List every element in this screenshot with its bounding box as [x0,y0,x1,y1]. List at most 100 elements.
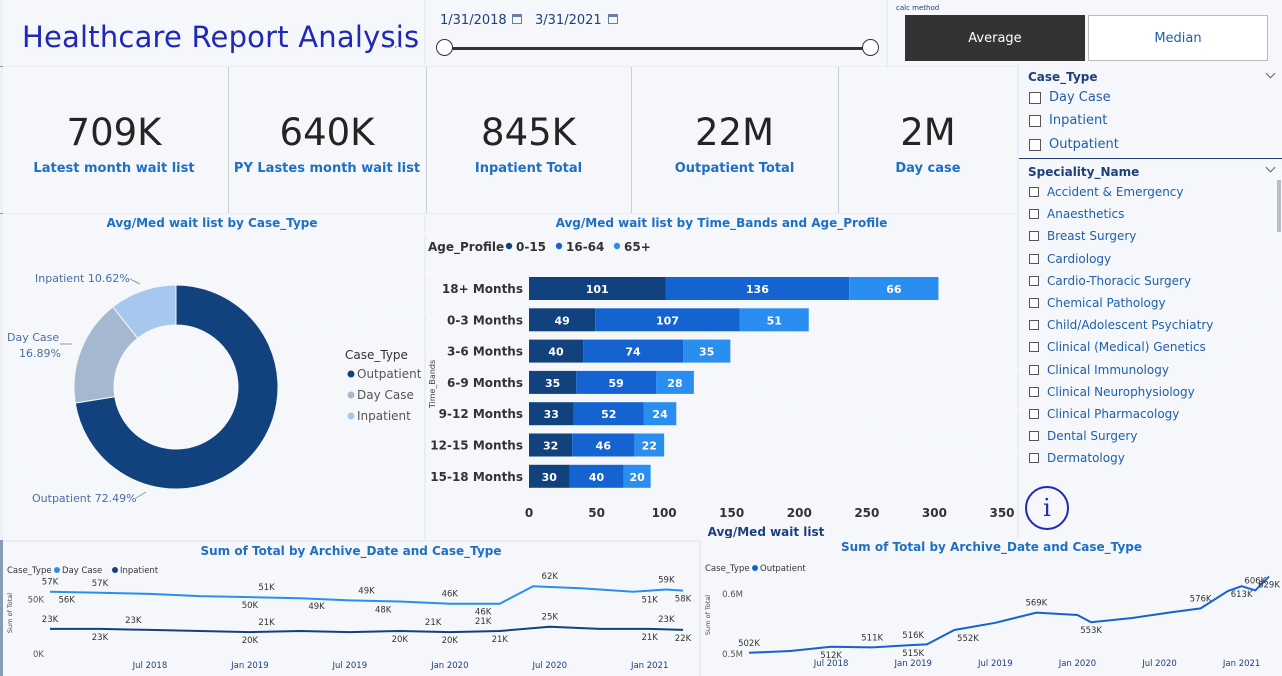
checkbox[interactable] [1029,409,1039,419]
checkbox[interactable] [1029,298,1039,308]
checkbox[interactable] [1029,320,1039,331]
data-label: 48K [375,606,392,616]
checkbox[interactable] [1029,275,1039,286]
case-type-option[interactable]: Outpatient [1029,137,1119,152]
speciality-option[interactable]: Dental Surgery [1029,429,1137,443]
speciality-option[interactable]: Child/Adolescent Psychiatry [1029,318,1213,332]
divider [631,67,632,213]
x-tick-label: 250 [854,506,879,520]
date-slider-track[interactable] [444,47,872,50]
data-label: 49K [358,586,375,596]
x-tick-label: Jan 2021 [630,661,668,671]
legend-marker [112,567,118,573]
speciality-option[interactable]: Dermatology [1029,451,1125,465]
case-type-option[interactable]: Inpatient [1029,113,1107,128]
data-label: 52 [601,408,616,421]
speciality-option[interactable]: Clinical Pharmacology [1029,407,1179,421]
speciality-option[interactable]: Clinical (Medical) Genetics [1029,340,1206,354]
data-label: 33 [544,408,559,421]
date-range-slicer [426,0,886,66]
checkbox[interactable] [1029,231,1039,242]
data-label: 576K [1190,594,1212,604]
calc-method-label: calc method [896,4,940,12]
checkbox[interactable] [1029,386,1039,397]
date-slider-start-handle[interactable] [436,39,453,56]
x-tick-label: 100 [652,506,677,520]
legend-label: Outpatient [357,367,422,381]
category-label: 12-15 Months [430,439,523,453]
end-date-input[interactable]: 3/31/2021 [535,13,602,28]
data-label: 51K [641,596,658,606]
kpi-label: Inpatient Total [474,161,583,176]
data-label: 23K [658,615,675,625]
legend-title: Case_Type [345,348,408,362]
chevron-down-icon[interactable] [1265,162,1276,173]
donut-leader [135,491,147,499]
y-tick-label: 0.6M [722,590,743,600]
more-options-icon[interactable]: ... [388,36,404,52]
checkbox[interactable] [1029,431,1039,442]
speciality-label: Child/Adolescent Psychiatry [1047,318,1214,333]
donut-chart: Inpatient 10.62% Day Case 16.89% Outpatient… [7,272,422,505]
speciality-option[interactable]: Chemical Pathology [1029,296,1166,310]
speciality-option[interactable]: Cardiology [1029,252,1111,266]
info-icon[interactable]: i [1025,486,1069,530]
checkbox[interactable] [1029,91,1041,104]
speciality-option[interactable]: Clinical Neurophysiology [1029,385,1195,399]
speciality-option[interactable]: Accident & Emergency [1029,185,1184,199]
divider [838,67,839,213]
data-label: 59 [609,377,624,390]
speciality-option[interactable]: Anaesthetics [1029,207,1124,221]
legend-label: Inpatient [120,566,159,576]
data-label: 35 [699,346,714,359]
data-label: 569K [1025,599,1047,609]
speciality-option[interactable]: Breast Surgery [1029,229,1136,243]
average-button[interactable]: Average [905,15,1085,61]
checkbox[interactable] [1029,453,1039,464]
x-tick-label: 200 [787,506,812,520]
checkbox[interactable] [1029,187,1039,197]
legend-marker [54,567,60,573]
checkbox[interactable] [1029,342,1039,353]
checkbox[interactable] [1029,114,1041,127]
date-slider-end-handle[interactable] [862,39,879,56]
x-tick-label: Jul 2020 [1141,659,1177,669]
checkbox[interactable] [1029,209,1039,220]
category-label: 3-6 Months [447,345,523,359]
data-label: 25K [542,613,559,623]
checkbox[interactable] [1029,253,1039,264]
data-label: 51 [767,314,782,327]
y-tick-label: 0K [33,650,44,660]
data-label: 35 [545,377,560,390]
speciality-slicer-title: Speciality_Name [1028,165,1140,179]
chevron-down-icon[interactable] [1265,68,1276,79]
data-label: 629K [1258,581,1280,591]
data-label: 20K [442,636,459,646]
speciality-option[interactable]: Clinical Immunology [1029,363,1169,377]
legend-marker [347,412,355,420]
start-date-input[interactable]: 1/31/2018 [440,13,507,28]
x-tick-label: 300 [922,506,947,520]
start-calendar-icon[interactable] [512,14,522,24]
legend-label: Inpatient [357,409,411,423]
case-type-option[interactable]: Day Case [1029,90,1111,105]
x-tick-label: Jul 2019 [332,661,368,671]
data-label: 57K [42,578,59,588]
data-label: 40 [548,346,564,359]
speciality-scrollbar[interactable] [1277,180,1281,232]
checkbox[interactable] [1029,138,1041,151]
data-label: 49 [554,314,569,327]
page-title: Healthcare Report Analysis [22,20,420,54]
speciality-label: Chemical Pathology [1047,296,1166,310]
data-label: 66 [886,283,902,296]
checkbox[interactable] [1029,364,1039,375]
x-tick-label: Jan 2020 [1058,659,1096,669]
data-label: 59K [658,575,675,585]
data-label: 101 [586,283,609,296]
category-label: 0-3 Months [447,313,523,327]
speciality-option[interactable]: Cardio-Thoracic Surgery [1029,274,1191,288]
category-label: 15-18 Months [430,470,523,484]
median-button[interactable]: Median [1088,15,1268,61]
legend-label: Day Case [62,566,102,576]
end-calendar-icon[interactable] [608,14,618,24]
